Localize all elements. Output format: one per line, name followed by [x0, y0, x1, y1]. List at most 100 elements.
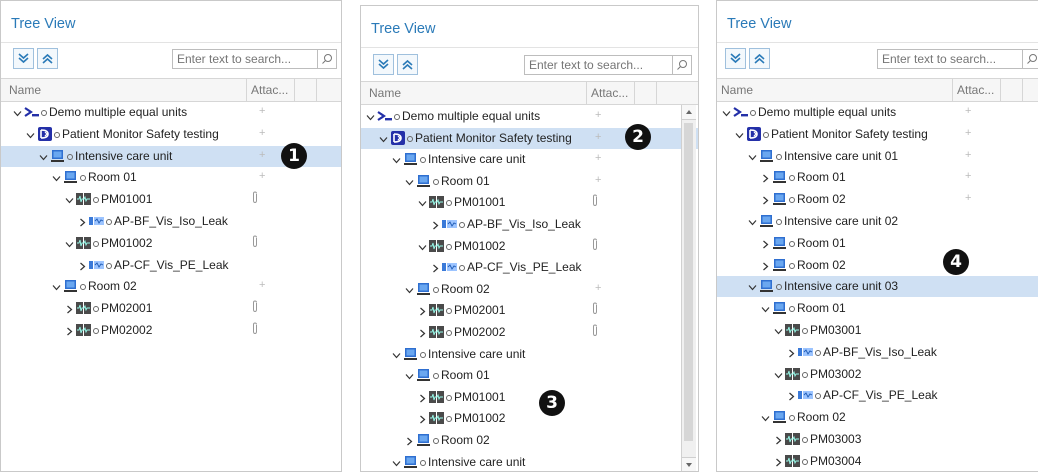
chevron-right-icon[interactable] [65, 303, 74, 314]
tree-node[interactable]: PM02001 [1, 298, 341, 319]
chevron-right-icon[interactable] [787, 390, 796, 401]
chevron-down-icon[interactable] [761, 412, 770, 422]
column-extra[interactable] [295, 79, 317, 101]
add-icon[interactable]: + [595, 131, 601, 143]
chevron-right-icon[interactable] [431, 262, 440, 273]
column-name[interactable]: Name [717, 79, 953, 101]
tree-node[interactable]: Patient Monitor Safety testing + [717, 124, 1038, 145]
chevron-right-icon[interactable] [65, 325, 74, 336]
search-button[interactable] [1022, 50, 1038, 68]
tree-node[interactable]: Room 01 + [361, 171, 698, 192]
tree-node[interactable]: AP-BF_Vis_Iso_Leak [1, 211, 341, 232]
chevron-right-icon[interactable] [418, 327, 427, 338]
tree-node[interactable]: Room 01 [717, 233, 1038, 254]
tree-node[interactable]: Room 02 [717, 407, 1038, 428]
attachment-icon[interactable] [251, 235, 259, 251]
chevron-right-icon[interactable] [761, 260, 770, 271]
tree-node[interactable]: Demo multiple equal units + [717, 102, 1038, 123]
tree-node[interactable]: Intensive care unit [361, 452, 698, 471]
tree-node[interactable]: PM02001 [361, 300, 698, 321]
chevron-right-icon[interactable] [431, 219, 440, 230]
attachment-icon[interactable] [251, 191, 259, 207]
add-icon[interactable]: + [965, 149, 971, 161]
tree-node[interactable]: Intensive care unit 01 + [717, 146, 1038, 167]
column-attachments[interactable]: Attac... [953, 79, 1001, 101]
attachment-icon[interactable] [251, 300, 259, 316]
tree-node[interactable]: PM01001 [361, 387, 698, 408]
chevron-right-icon[interactable] [774, 456, 783, 467]
column-name[interactable]: Name [365, 82, 587, 104]
add-icon[interactable]: + [965, 127, 971, 139]
attachment-icon[interactable] [591, 324, 599, 340]
tree-node[interactable]: PM01002 [1, 233, 341, 254]
chevron-right-icon[interactable] [787, 347, 796, 358]
chevron-down-icon[interactable] [774, 369, 783, 379]
chevron-down-icon[interactable] [735, 129, 744, 139]
tree-node[interactable]: AP-CF_Vis_PE_Leak [1, 255, 341, 276]
column-extra-2[interactable] [317, 79, 339, 101]
column-attachments[interactable]: Attac... [587, 82, 635, 104]
chevron-down-icon[interactable] [748, 151, 757, 161]
chevron-down-icon[interactable] [392, 349, 401, 359]
tree-node[interactable]: PM01002 [361, 236, 698, 257]
chevron-down-icon[interactable] [65, 238, 74, 248]
tree-node[interactable]: PM01001 [1, 189, 341, 210]
collapse-all-button[interactable] [397, 54, 418, 75]
search-input[interactable] [529, 58, 669, 72]
add-icon[interactable]: + [259, 127, 265, 139]
search-button[interactable] [317, 50, 336, 68]
tree-node[interactable]: AP-CF_Vis_PE_Leak [717, 385, 1038, 406]
chevron-right-icon[interactable] [418, 413, 427, 424]
tree-node[interactable]: PM03003 [717, 429, 1038, 450]
chevron-down-icon[interactable] [418, 197, 427, 207]
chevron-down-icon[interactable] [39, 151, 48, 161]
column-extra[interactable] [635, 82, 657, 104]
tree-node[interactable]: PM01002 [361, 408, 698, 429]
chevron-right-icon[interactable] [405, 435, 414, 446]
search-button[interactable] [672, 56, 691, 74]
chevron-right-icon[interactable] [78, 216, 87, 227]
chevron-down-icon[interactable] [748, 216, 757, 226]
chevron-down-icon[interactable] [405, 176, 414, 186]
attachment-icon[interactable] [251, 322, 259, 338]
tree-node[interactable]: AP-BF_Vis_Iso_Leak [717, 342, 1038, 363]
tree-node[interactable]: Intensive care unit 02 [717, 211, 1038, 232]
collapse-all-button[interactable] [37, 48, 58, 69]
attachment-icon[interactable] [591, 302, 599, 318]
chevron-down-icon[interactable] [392, 154, 401, 164]
chevron-down-icon[interactable] [65, 194, 74, 204]
search-input[interactable] [177, 52, 317, 66]
add-icon[interactable]: + [595, 152, 601, 164]
tree-node[interactable]: Room 02 [717, 255, 1038, 276]
tree-node[interactable]: PM01001 [361, 192, 698, 213]
collapse-all-button[interactable] [749, 48, 770, 69]
tree-node[interactable]: Room 01 + [1, 167, 341, 188]
tree-node[interactable]: AP-CF_Vis_PE_Leak [361, 257, 698, 278]
tree-node[interactable]: PM02002 [361, 322, 698, 343]
add-icon[interactable]: + [259, 105, 265, 117]
chevron-down-icon[interactable] [774, 325, 783, 335]
expand-all-button[interactable] [13, 48, 34, 69]
add-icon[interactable]: + [595, 174, 601, 186]
chevron-right-icon[interactable] [774, 434, 783, 445]
tree-node[interactable]: Intensive care unit [361, 344, 698, 365]
chevron-right-icon[interactable] [761, 172, 770, 183]
tree-node[interactable]: PM03001 [717, 320, 1038, 341]
tree-node[interactable]: PM02002 [1, 320, 341, 341]
tree-node[interactable]: Demo multiple equal units + [1, 102, 341, 123]
chevron-down-icon[interactable] [392, 457, 401, 467]
scrollbar-thumb[interactable] [684, 123, 693, 441]
column-attachments[interactable]: Attac... [247, 79, 295, 101]
add-icon[interactable]: + [259, 279, 265, 291]
chevron-right-icon[interactable] [78, 260, 87, 271]
chevron-down-icon[interactable] [52, 172, 61, 182]
scroll-up-button[interactable] [682, 105, 696, 120]
tree-node[interactable]: Room 01 [361, 365, 698, 386]
tree-node[interactable]: AP-BF_Vis_Iso_Leak [361, 214, 698, 235]
tree-node[interactable]: Room 02 [361, 430, 698, 451]
vertical-scrollbar[interactable] [681, 105, 696, 471]
chevron-down-icon[interactable] [379, 133, 388, 143]
tree-node[interactable]: Room 02 + [1, 276, 341, 297]
chevron-right-icon[interactable] [418, 392, 427, 403]
chevron-down-icon[interactable] [13, 107, 22, 117]
